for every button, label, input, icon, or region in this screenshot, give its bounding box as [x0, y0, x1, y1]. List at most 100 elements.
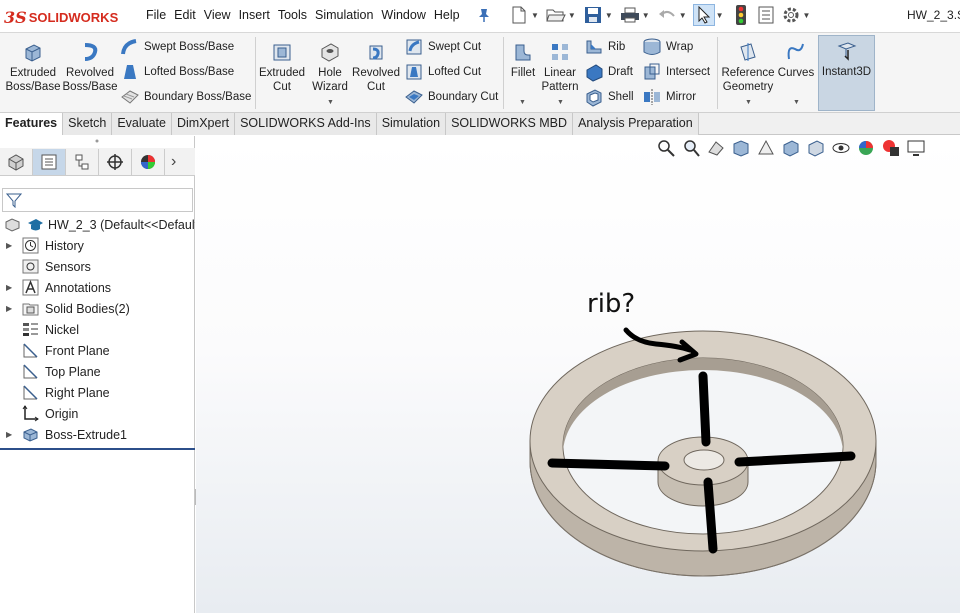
tab-dimxpert[interactable]: DimXpert: [171, 113, 236, 135]
menu-window[interactable]: Window: [381, 8, 425, 22]
lofted-boss-icon: [124, 65, 136, 79]
lofted-cut-button[interactable]: Lofted Cut: [404, 62, 481, 82]
expand-chevron-icon[interactable]: ▶: [6, 241, 16, 250]
graphics-viewport[interactable]: rib?: [196, 136, 960, 613]
hole-wizard-dropdown-chevron-icon[interactable]: ▼: [327, 99, 334, 106]
swept-cut-button[interactable]: Swept Cut: [404, 37, 481, 57]
new-document-icon[interactable]: [508, 4, 530, 26]
tree-item-origin[interactable]: Origin: [0, 403, 195, 424]
panel-tabs: ›: [0, 148, 195, 176]
dimxpert-manager-tab-icon[interactable]: [99, 148, 132, 175]
expand-chevron-icon[interactable]: ▶: [6, 283, 16, 292]
undo-dropdown-chevron-icon[interactable]: ▼: [679, 11, 687, 20]
filter-funnel-icon[interactable]: [6, 192, 22, 208]
swept-boss-icon: [121, 39, 137, 55]
menu-help[interactable]: Help: [434, 8, 460, 22]
display-manager-tab-icon[interactable]: [132, 148, 165, 175]
draft-button[interactable]: Draft: [584, 62, 633, 82]
hole-wizard-button[interactable]: Hole Wizard: [309, 37, 351, 94]
extruded-cut-button[interactable]: Extruded Cut: [256, 37, 308, 94]
swept-boss-button[interactable]: Swept Boss/Base: [120, 37, 234, 57]
menu-simulation[interactable]: Simulation: [315, 8, 373, 22]
tree-item-right-plane[interactable]: Right Plane: [0, 382, 195, 403]
menu-file[interactable]: File: [146, 8, 166, 22]
tree-filter-bar[interactable]: [2, 188, 193, 212]
open-folder-icon[interactable]: [545, 4, 567, 26]
curves-dropdown-chevron-icon[interactable]: ▼: [793, 99, 800, 106]
instant3d-icon: [837, 42, 856, 61]
reference-geometry-button[interactable]: Reference Geometry: [720, 37, 776, 94]
solidworks-logo[interactable]: 3S SOLIDWORKS: [4, 6, 132, 28]
tree-item-history[interactable]: ▶ History: [0, 235, 195, 256]
print-dropdown-chevron-icon[interactable]: ▼: [642, 11, 650, 20]
quick-access-toolbar: ▼ ▼ ▼ ▼ ▼ ▼ ▼: [508, 4, 816, 26]
configuration-manager-tab-icon[interactable]: [66, 148, 99, 175]
options-gear-icon[interactable]: [780, 4, 802, 26]
revolved-boss-button[interactable]: Revolved Boss/Base: [62, 37, 118, 94]
tab-analysis-preparation[interactable]: Analysis Preparation: [573, 113, 699, 135]
tree-item-annotations[interactable]: ▶ Annotations: [0, 277, 195, 298]
select-dropdown-chevron-icon[interactable]: ▼: [716, 11, 724, 20]
fillet-dropdown-chevron-icon[interactable]: ▼: [519, 99, 526, 106]
tree-item-solid-bodies[interactable]: ▶ Solid Bodies(2): [0, 298, 195, 319]
expand-chevron-icon[interactable]: ▶: [6, 304, 16, 313]
property-manager-tab-icon[interactable]: [33, 148, 66, 175]
tree-item-boss-extrude1[interactable]: ▶ Boss-Extrude1: [0, 424, 195, 445]
print-icon[interactable]: [619, 4, 641, 26]
menu-tools[interactable]: Tools: [278, 8, 307, 22]
shell-button[interactable]: Shell: [584, 87, 634, 107]
open-dropdown-chevron-icon[interactable]: ▼: [568, 11, 576, 20]
select-cursor-icon[interactable]: [692, 4, 715, 26]
save-icon[interactable]: [582, 4, 604, 26]
file-properties-icon[interactable]: [755, 4, 777, 26]
panel-tabs-chevron-right-icon[interactable]: ›: [171, 153, 176, 171]
reference-geometry-dropdown-chevron-icon[interactable]: ▼: [745, 99, 752, 106]
save-dropdown-chevron-icon[interactable]: ▼: [605, 11, 613, 20]
rib-icon: [586, 40, 602, 54]
panel-grip-icon[interactable]: [93, 138, 101, 144]
tab-solidworks-mbd[interactable]: SOLIDWORKS MBD: [446, 113, 574, 135]
tree-item-material[interactable]: Nickel: [0, 319, 195, 340]
history-icon: [22, 237, 39, 254]
feature-manager-tab-icon[interactable]: [0, 148, 33, 175]
undo-icon[interactable]: [656, 4, 678, 26]
menu-insert[interactable]: Insert: [239, 8, 270, 22]
intersect-button[interactable]: Intersect: [642, 62, 710, 82]
wrap-button[interactable]: Wrap: [642, 37, 693, 57]
new-dropdown-chevron-icon[interactable]: ▼: [531, 11, 539, 20]
expand-chevron-icon[interactable]: ▶: [6, 430, 16, 439]
tree-item-front-plane[interactable]: Front Plane: [0, 340, 195, 361]
tab-sketch[interactable]: Sketch: [63, 113, 113, 135]
linear-pattern-dropdown-chevron-icon[interactable]: ▼: [557, 99, 564, 106]
tab-features[interactable]: Features: [0, 113, 64, 135]
instant3d-button[interactable]: Instant3D: [818, 35, 875, 111]
tree-item-top-plane[interactable]: Top Plane: [0, 361, 195, 382]
lofted-boss-button[interactable]: Lofted Boss/Base: [120, 62, 234, 82]
extruded-boss-button[interactable]: Extruded Boss/Base: [4, 37, 62, 94]
ring-model[interactable]: [196, 136, 960, 613]
instant3d-content: Instant3D: [819, 36, 874, 79]
rollback-bar[interactable]: [0, 448, 195, 450]
tree-root-part[interactable]: HW_2_3 (Default<<Default: [0, 214, 195, 235]
tree-item-sensors[interactable]: Sensors: [0, 256, 195, 277]
linear-pattern-button[interactable]: Linear Pattern: [540, 37, 580, 94]
tab-simulation[interactable]: Simulation: [376, 113, 447, 135]
boundary-cut-button[interactable]: Boundary Cut: [404, 87, 498, 107]
menu-edit[interactable]: Edit: [174, 8, 196, 22]
tab-evaluate[interactable]: Evaluate: [112, 113, 172, 135]
revolved-boss-icon: [84, 43, 98, 61]
fillet-button[interactable]: Fillet: [506, 37, 540, 80]
tab-solidworks-add-ins[interactable]: SOLIDWORKS Add-Ins: [235, 113, 377, 135]
revolved-cut-button[interactable]: Revolved Cut: [351, 37, 401, 94]
mirror-button[interactable]: Mirror: [642, 87, 696, 107]
lofted-cut-icon: [406, 64, 422, 80]
boundary-boss-button[interactable]: Boundary Boss/Base: [120, 87, 251, 107]
options-dropdown-chevron-icon[interactable]: ▼: [803, 11, 811, 20]
rebuild-traffic-light-icon[interactable]: [730, 4, 752, 26]
rib-button[interactable]: Rib: [584, 37, 625, 57]
curves-button[interactable]: Curves: [777, 37, 815, 80]
hole-wizard-icon: [321, 43, 339, 62]
menu-view[interactable]: View: [204, 8, 231, 22]
pin-menu-icon[interactable]: [477, 7, 491, 23]
part-icon: [5, 218, 20, 232]
